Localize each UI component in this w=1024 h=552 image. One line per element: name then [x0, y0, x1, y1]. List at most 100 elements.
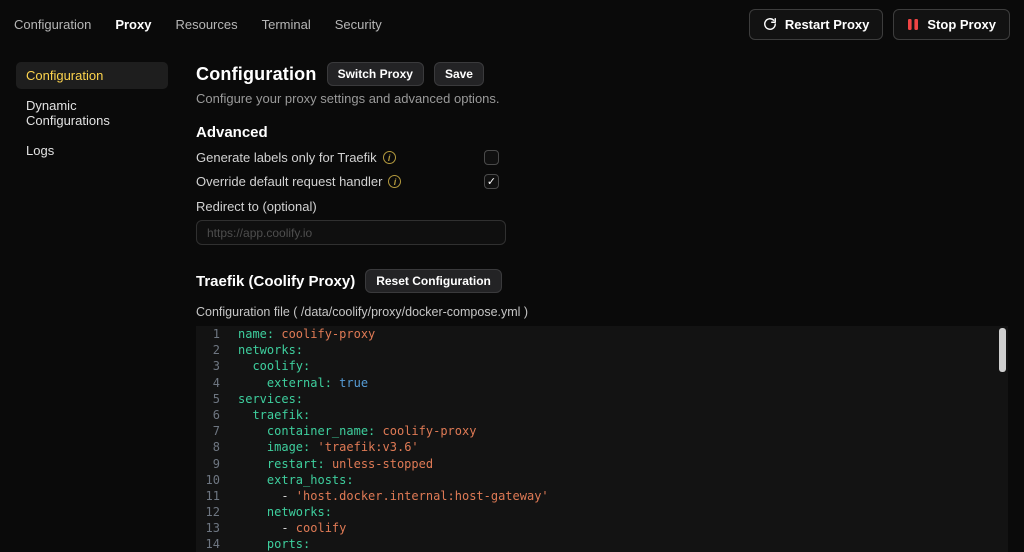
- main-content: Configuration Switch Proxy Save Configur…: [196, 62, 1008, 552]
- code-token: true: [339, 375, 368, 391]
- setting-row-override-handler: Override default request handler: [196, 174, 1008, 189]
- override-handler-checkbox[interactable]: [484, 174, 499, 189]
- code-token: traefik:: [252, 407, 310, 423]
- stop-proxy-button[interactable]: Stop Proxy: [893, 9, 1010, 40]
- line-number: 13: [196, 520, 220, 536]
- page-title: Configuration: [196, 64, 317, 85]
- code-token: [238, 375, 267, 391]
- top-nav-proxy[interactable]: Proxy: [115, 17, 151, 32]
- editor-scrollbar-thumb[interactable]: [999, 328, 1006, 372]
- code-line[interactable]: 5 services:: [196, 391, 1008, 407]
- line-number: 1: [196, 326, 220, 342]
- code-token: extra_hosts:: [267, 472, 354, 488]
- code-token: [325, 456, 332, 472]
- redirect-input[interactable]: [196, 220, 506, 245]
- line-number: 10: [196, 472, 220, 488]
- code-line[interactable]: 2 networks:: [196, 342, 1008, 358]
- code-token: [375, 423, 382, 439]
- sidebar: Configuration Dynamic Configurations Log…: [16, 62, 168, 164]
- code-line[interactable]: 3 coolify:: [196, 358, 1008, 374]
- page-body: Configuration Dynamic Configurations Log…: [0, 48, 1024, 552]
- code-token: coolify:: [252, 358, 310, 374]
- restart-proxy-label: Restart Proxy: [785, 17, 870, 32]
- top-nav-actions: Restart Proxy Stop Proxy: [749, 9, 1010, 40]
- coolify-proxy-page: Configuration Proxy Resources Terminal S…: [0, 0, 1024, 552]
- sidebar-item-dynamic-configurations[interactable]: Dynamic Configurations: [16, 92, 168, 134]
- code-token: networks:: [267, 504, 332, 520]
- code-line[interactable]: 1 name: coolify-proxy: [196, 326, 1008, 342]
- code-line[interactable]: 9 restart: unless-stopped: [196, 456, 1008, 472]
- code-token: [238, 456, 267, 472]
- code-token: coolify-proxy: [281, 326, 375, 342]
- restart-icon: [763, 17, 777, 31]
- line-number: 3: [196, 358, 220, 374]
- code-line[interactable]: 8 image: 'traefik:v3.6': [196, 439, 1008, 455]
- reset-configuration-button[interactable]: Reset Configuration: [365, 269, 502, 293]
- top-nav-resources[interactable]: Resources: [175, 17, 237, 32]
- sidebar-item-configuration[interactable]: Configuration: [16, 62, 168, 89]
- code-line[interactable]: 11 - 'host.docker.internal:host-gateway': [196, 488, 1008, 504]
- restart-proxy-button[interactable]: Restart Proxy: [749, 9, 884, 40]
- top-nav-security[interactable]: Security: [335, 17, 382, 32]
- page-subtitle: Configure your proxy settings and advanc…: [196, 91, 1008, 106]
- line-number: 12: [196, 504, 220, 520]
- config-editor[interactable]: 1name: coolify-proxy2networks:3 coolify:…: [196, 326, 1008, 552]
- code-line[interactable]: 6 traefik:: [196, 407, 1008, 423]
- code-line[interactable]: 4 external: true: [196, 375, 1008, 391]
- line-number: 11: [196, 488, 220, 504]
- switch-proxy-button[interactable]: Switch Proxy: [327, 62, 424, 86]
- line-number: 5: [196, 391, 220, 407]
- generate-labels-checkbox[interactable]: [484, 150, 499, 165]
- traefik-heading: Traefik (Coolify Proxy): [196, 273, 355, 290]
- line-number: 4: [196, 375, 220, 391]
- code-token: 'host.docker.internal:host-gateway': [296, 488, 549, 504]
- code-token: -: [238, 520, 296, 536]
- code-lines: 1name: coolify-proxy2networks:3 coolify:…: [196, 326, 1008, 552]
- code-token: name:: [238, 326, 274, 342]
- line-number: 9: [196, 456, 220, 472]
- code-token: [274, 326, 281, 342]
- redirect-label: Redirect to (optional): [196, 199, 1008, 214]
- code-token: 'traefik:v3.6': [318, 439, 419, 455]
- stop-icon: [907, 18, 919, 31]
- code-token: coolify-proxy: [383, 423, 477, 439]
- code-token: [238, 407, 252, 423]
- setting-text: Generate labels only for Traefik: [196, 150, 377, 165]
- code-token: [238, 439, 267, 455]
- code-line[interactable]: 7 container_name: coolify-proxy: [196, 423, 1008, 439]
- code-line[interactable]: 10 extra_hosts:: [196, 472, 1008, 488]
- code-token: [332, 375, 339, 391]
- top-nav-terminal[interactable]: Terminal: [262, 17, 311, 32]
- stop-proxy-label: Stop Proxy: [927, 17, 996, 32]
- code-line[interactable]: 13 - coolify: [196, 520, 1008, 536]
- code-line[interactable]: 14 ports:: [196, 536, 1008, 552]
- traefik-title-row: Traefik (Coolify Proxy) Reset Configurat…: [196, 269, 1008, 293]
- code-token: external:: [267, 375, 332, 391]
- code-token: networks:: [238, 342, 303, 358]
- save-button[interactable]: Save: [434, 62, 484, 86]
- code-token: coolify: [296, 520, 347, 536]
- line-number: 7: [196, 423, 220, 439]
- info-icon[interactable]: [388, 175, 401, 188]
- code-token: [238, 472, 267, 488]
- setting-row-generate-labels: Generate labels only for Traefik: [196, 150, 1008, 165]
- code-token: [238, 504, 267, 520]
- code-token: image:: [267, 439, 310, 455]
- line-number: 8: [196, 439, 220, 455]
- code-token: restart:: [267, 456, 325, 472]
- code-line[interactable]: 12 networks:: [196, 504, 1008, 520]
- setting-label-generate-labels: Generate labels only for Traefik: [196, 150, 484, 165]
- top-nav-configuration[interactable]: Configuration: [14, 17, 91, 32]
- code-token: services:: [238, 391, 303, 407]
- code-token: unless-stopped: [332, 456, 433, 472]
- code-token: [238, 423, 267, 439]
- sidebar-item-logs[interactable]: Logs: [16, 137, 168, 164]
- line-number: 14: [196, 536, 220, 552]
- line-number: 2: [196, 342, 220, 358]
- info-icon[interactable]: [383, 151, 396, 164]
- config-file-label: Configuration file ( /data/coolify/proxy…: [196, 305, 1008, 319]
- code-token: [238, 536, 267, 552]
- title-row: Configuration Switch Proxy Save: [196, 62, 1008, 86]
- code-token: ports:: [267, 536, 310, 552]
- advanced-heading: Advanced: [196, 124, 1008, 141]
